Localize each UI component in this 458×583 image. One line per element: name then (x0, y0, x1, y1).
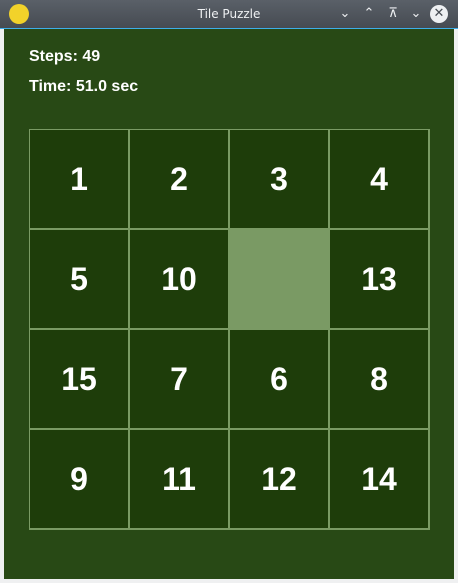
game-area: Steps: 49 Time: 51.0 sec 1 2 3 4 5 10 13 15 7 6 8 9… (4, 29, 454, 579)
keep-above-icon[interactable]: ⌃ (360, 5, 378, 23)
close-icon[interactable]: ✕ (430, 5, 448, 23)
puzzle-board: 1 2 3 4 5 10 13 15 7 6 8 9 11 12 14 (29, 129, 430, 530)
puzzle-tile[interactable]: 13 (330, 230, 430, 330)
puzzle-tile[interactable]: 12 (230, 430, 330, 530)
keep-below-icon[interactable]: ⌄ (336, 5, 354, 23)
puzzle-tile[interactable]: 14 (330, 430, 430, 530)
empty-tile[interactable] (230, 230, 330, 330)
title-bar: Tile Puzzle ⌄ ⌃ ⊼ ⌄ ✕ (0, 0, 458, 28)
puzzle-tile[interactable]: 7 (130, 330, 230, 430)
puzzle-tile[interactable]: 5 (30, 230, 130, 330)
puzzle-tile[interactable]: 10 (130, 230, 230, 330)
shade-icon[interactable]: ⊼ (384, 5, 402, 23)
puzzle-tile[interactable]: 6 (230, 330, 330, 430)
puzzle-tile[interactable]: 3 (230, 130, 330, 230)
puzzle-tile[interactable]: 4 (330, 130, 430, 230)
puzzle-tile[interactable]: 15 (30, 330, 130, 430)
steps-counter: Steps: 49 (29, 48, 101, 65)
puzzle-tile[interactable]: 1 (30, 130, 130, 230)
time-counter: Time: 51.0 sec (29, 78, 139, 95)
puzzle-tile[interactable]: 11 (130, 430, 230, 530)
puzzle-tile[interactable]: 2 (130, 130, 230, 230)
puzzle-tile[interactable]: 8 (330, 330, 430, 430)
puzzle-tile[interactable]: 9 (30, 430, 130, 530)
minimize-icon[interactable]: ⌄ (407, 5, 425, 23)
